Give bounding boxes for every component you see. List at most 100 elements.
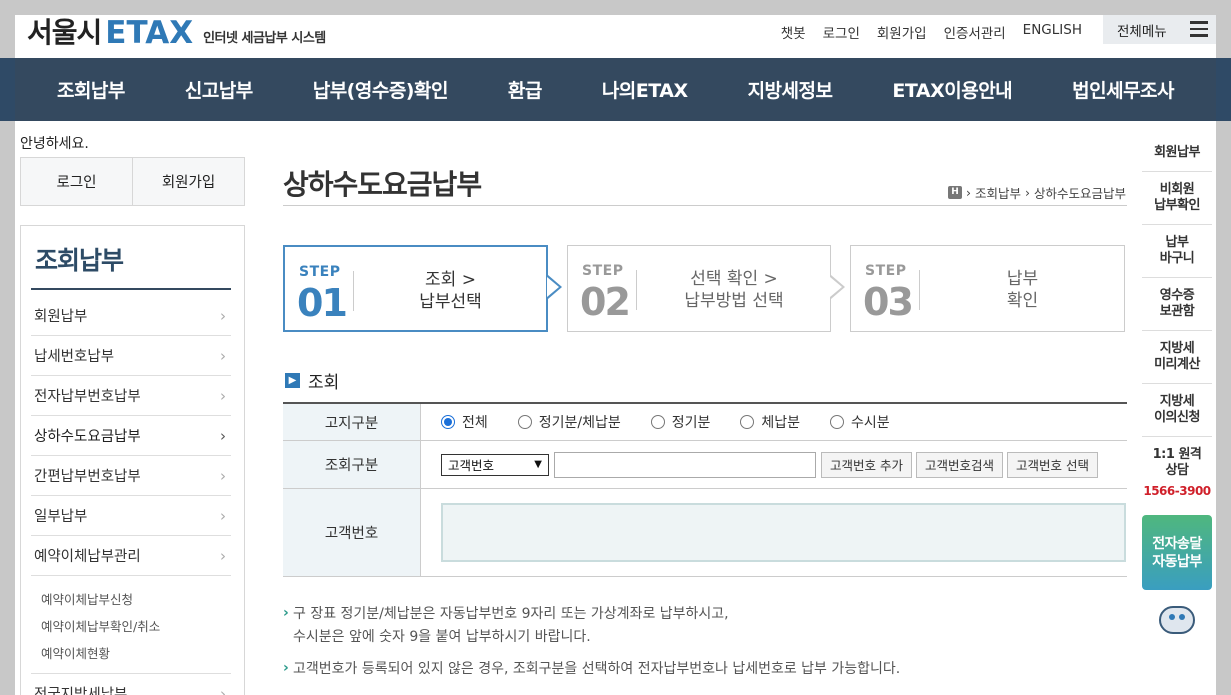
quick-label: 납부확인 (1154, 198, 1200, 213)
step-arrow-icon (547, 275, 562, 299)
note-item: 고객번호가 등록되어 있지 않은 경우, 조회구분을 선택하여 전자납부번호나 … (283, 657, 1143, 681)
radio-overdue[interactable]: 체납분 (740, 412, 800, 432)
breadcrumb-item[interactable]: 상하수도요금납부 (1034, 183, 1126, 202)
search-customer-number-button[interactable]: 고객번호검색 (915, 451, 1003, 478)
sidebar-sub-list: 예약이체납부신청 예약이체납부확인/취소 예약이체현황 (31, 576, 231, 674)
sidebar-item-member-payment[interactable]: 회원납부 › (31, 296, 231, 336)
quick-tax-calc[interactable]: 지방세 미리계산 (1142, 331, 1212, 384)
top-link-login[interactable]: 로그인 (823, 22, 860, 42)
sidebar: 조회납부 회원납부 › 납세번호납부 › 전자납부번호납부 › 상하수도요금납부 › 간… (20, 225, 245, 695)
radio-regular-overdue[interactable]: 정기분/체납분 (517, 412, 621, 432)
sidebar-item-reserved-transfer[interactable]: 예약이체납부관리 › (31, 536, 231, 576)
all-menu-button[interactable]: 전체메뉴 (1103, 15, 1216, 44)
note-item: 수시분은 앞에 숫자 9을 붙여 납부하시기 바랍니다. (293, 629, 591, 645)
inquiry-type-select[interactable]: 고객번호 ▼ (441, 453, 549, 476)
step-divider (353, 271, 354, 311)
sidebar-title-divider (31, 288, 231, 290)
step-label: STEP (582, 263, 624, 279)
step-2: STEP 02 선택 확인 > 납부방법 선택 (567, 245, 831, 332)
quick-label: 보관함 (1159, 304, 1195, 319)
quick-member-payment[interactable]: 회원납부 (1142, 135, 1212, 172)
chatbot-robot-icon[interactable] (1153, 602, 1201, 642)
quick-label: 비회원 (1159, 182, 1195, 197)
add-customer-number-button[interactable]: 고객번호 추가 (821, 451, 912, 478)
radio-unchecked-icon (740, 415, 755, 429)
step-text-line1: 납부 (1006, 269, 1039, 289)
sidebar-item-partial-payment[interactable]: 일부납부 › (31, 496, 231, 536)
home-icon[interactable]: H (947, 186, 962, 199)
quick-label: 상담 (1165, 463, 1189, 478)
sidebar-item-label: 상하수도요금납부 (34, 429, 141, 445)
quick-label: 회원납부 (1154, 145, 1200, 160)
quick-receipt-box[interactable]: 영수증 보관함 (1142, 278, 1212, 331)
form-label: 조회구분 (283, 441, 421, 488)
sidebar-item-epay-payment[interactable]: 전자납부번호납부 › (31, 376, 231, 416)
breadcrumb-item[interactable]: 조회납부 (975, 183, 1021, 202)
quick-payment-cart[interactable]: 납부 바구니 (1142, 225, 1212, 278)
nav-item-inquiry-payment[interactable]: 조회납부 (57, 76, 125, 103)
step-text-line2: 납부방법 선택 (684, 291, 784, 311)
top-link-chatbot[interactable]: 챗봇 (781, 22, 806, 42)
top-link-english[interactable]: ENGLISH (1023, 22, 1082, 42)
nav-item-corporate-audit[interactable]: 법인세무조사 (1072, 76, 1174, 103)
chevron-down-icon: ▼ (534, 459, 542, 470)
sidebar-item-label: 전자납부번호납부 (34, 389, 141, 405)
step-label: STEP (865, 263, 907, 279)
step-text-line2: 납부선택 (419, 292, 482, 312)
chevron-right-icon: › (220, 306, 226, 325)
quick-nonmember-check[interactable]: 비회원 납부확인 (1142, 172, 1212, 225)
top-link-join[interactable]: 회원가입 (877, 22, 927, 42)
top-links: 챗봇 로그인 회원가입 인증서관리 ENGLISH (764, 22, 1082, 42)
top-link-certificate[interactable]: 인증서관리 (944, 22, 1006, 42)
page-body: 안녕하세요. 로그인 회원가입 조회납부 회원납부 › 납세번호납부 › 전자납부번… (15, 121, 1216, 695)
sidebar-item-national-tax[interactable]: 전국지방세납부 › (31, 674, 231, 695)
nav-item-my-etax[interactable]: 나의ETAX (602, 76, 688, 103)
sidebar-item-label: 간편납부번호납부 (34, 469, 141, 485)
customer-number-input[interactable] (554, 451, 816, 478)
sidebar-sub-item-apply[interactable]: 예약이체납부신청 (41, 586, 231, 613)
radio-unchecked-icon (650, 415, 665, 429)
nav-item-tax-info[interactable]: 지방세정보 (748, 76, 833, 103)
sidebar-login-button[interactable]: 로그인 (21, 158, 132, 205)
sidebar-item-taxno-payment[interactable]: 납세번호납부 › (31, 336, 231, 376)
select-customer-number-button[interactable]: 고객번호 선택 (1007, 451, 1098, 478)
sidebar-sub-item-status[interactable]: 예약이체현황 (41, 640, 231, 667)
all-menu-label: 전체메뉴 (1117, 23, 1167, 40)
quick-label: 지방세 (1159, 341, 1195, 356)
radio-unchecked-icon (517, 415, 532, 429)
title-divider (283, 205, 1127, 206)
quick-label: 전자송달 (1152, 535, 1202, 552)
breadcrumb-separator: › (1024, 185, 1030, 200)
radio-occasional[interactable]: 수시분 (830, 412, 890, 432)
nav-item-receipt[interactable]: 납부(영수증)확인 (313, 76, 449, 103)
sidebar-item-label: 전국지방세납부 (34, 687, 128, 695)
quick-label: 지방세 (1159, 394, 1195, 409)
nav-item-guide[interactable]: ETAX이용안내 (892, 76, 1012, 103)
step-label: STEP (299, 264, 341, 280)
step-3: STEP 03 납부 확인 (850, 245, 1125, 332)
sidebar-item-water-payment[interactable]: 상하수도요금납부 › (31, 416, 231, 456)
radio-all[interactable]: 전체 (441, 412, 488, 432)
nav-item-refund[interactable]: 환급 (508, 76, 542, 103)
radio-checked-icon (441, 415, 455, 429)
sidebar-item-label: 일부납부 (34, 509, 88, 525)
site-logo[interactable]: 서울시 ETAX 인터넷 세금납부 시스템 (27, 15, 326, 51)
quick-tax-objection[interactable]: 지방세 이의신청 (1142, 384, 1212, 437)
radio-regular[interactable]: 정기분 (650, 412, 710, 432)
step-text: 납부 확인 (921, 268, 1124, 312)
sidebar-title: 조회납부 (35, 246, 124, 275)
sidebar-join-button[interactable]: 회원가입 (132, 158, 244, 205)
page-title: 상하수도요금납부 (283, 168, 482, 201)
quick-label: 이의신청 (1154, 410, 1200, 425)
quick-remote-counsel[interactable]: 1:1 원격 상담 1566-3900 (1142, 437, 1212, 509)
sidebar-item-label: 예약이체납부관리 (34, 549, 141, 565)
greeting: 안녕하세요. (20, 136, 89, 152)
chevron-right-icon: › (220, 426, 226, 445)
form-row-inquiry-type: 조회구분 고객번호 ▼ 고객번호 추가 고객번호검색 고객번호 선택 (283, 441, 1127, 489)
step-number: 03 (863, 280, 914, 324)
quick-e-delivery-autopay[interactable]: 전자송달 자동납부 (1142, 515, 1212, 590)
customer-number-textarea[interactable] (441, 503, 1126, 562)
sidebar-item-simple-payment[interactable]: 간편납부번호납부 › (31, 456, 231, 496)
nav-item-report-payment[interactable]: 신고납부 (185, 76, 253, 103)
sidebar-sub-item-cancel[interactable]: 예약이체납부확인/취소 (41, 613, 231, 640)
